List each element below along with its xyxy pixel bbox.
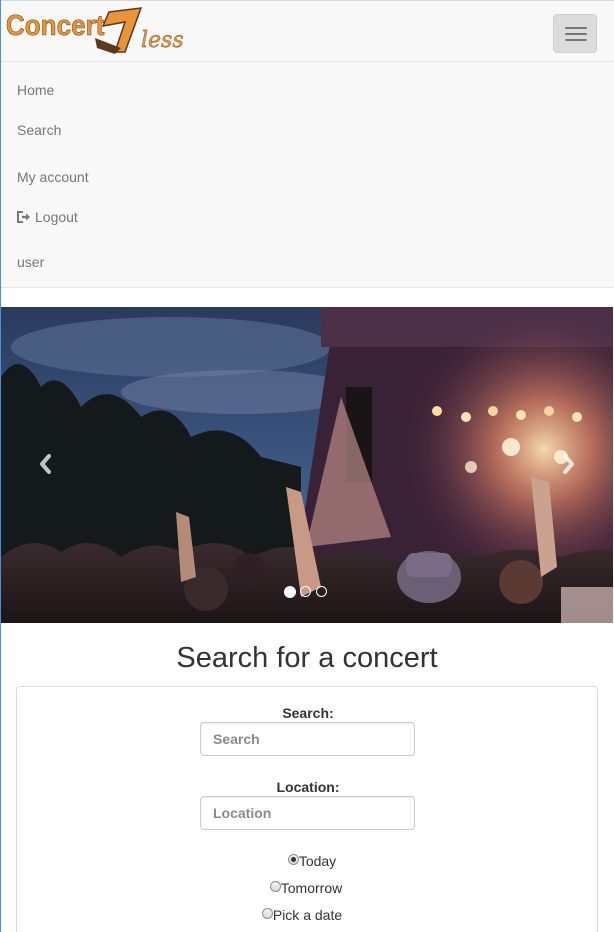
radio-tomorrow-label: Tomorrow	[280, 880, 343, 896]
radio-today[interactable]	[287, 854, 299, 865]
carousel-indicator[interactable]	[316, 586, 327, 597]
carousel-indicators	[284, 585, 334, 599]
concert-photo	[1, 307, 613, 623]
radio-pick-date[interactable]	[261, 908, 273, 919]
search-input[interactable]	[200, 722, 415, 756]
radio-pick-date-label: Pick a date	[272, 907, 343, 923]
nav-item-logout[interactable]: Logout	[17, 209, 78, 225]
location-input[interactable]	[200, 796, 415, 830]
search-form-panel: Search: Location: Today Tomorrow Pick a …	[16, 686, 598, 932]
radio-option-today[interactable]: Today	[21, 853, 603, 869]
brand-logo[interactable]: Concert less	[5, 5, 195, 55]
navbar-toggle-button[interactable]	[553, 14, 597, 53]
carousel-indicator[interactable]	[284, 585, 296, 598]
radio-option-tomorrow[interactable]: Tomorrow	[15, 880, 597, 896]
brand-suffix: less	[141, 28, 184, 53]
nav-item-search[interactable]: Search	[17, 122, 61, 138]
nav-item-home[interactable]: Home	[17, 82, 54, 98]
radio-option-pick-date[interactable]: Pick a date	[11, 907, 593, 923]
hamburger-icon	[565, 27, 587, 29]
chevron-left-icon	[40, 454, 51, 474]
image-carousel[interactable]	[1, 307, 613, 623]
window-edge	[0, 0, 1, 932]
nav-item-my-account[interactable]: My account	[17, 169, 89, 185]
radio-today-label: Today	[298, 853, 337, 869]
chevron-right-icon	[563, 454, 574, 474]
navbar: Concert less Home Search My account Logo…	[0, 0, 614, 288]
navbar-header: Concert less	[0, 1, 614, 62]
carousel-next-button[interactable]	[553, 447, 583, 481]
location-label: Location:	[276, 779, 340, 795]
radio-tomorrow[interactable]	[269, 881, 281, 892]
logout-icon	[17, 210, 31, 223]
search-label: Search:	[282, 705, 334, 721]
hamburger-icon-bar	[565, 39, 587, 41]
carousel-indicator[interactable]	[300, 586, 311, 597]
brand-word: Concert	[6, 9, 105, 42]
hamburger-icon-bar	[565, 33, 587, 35]
carousel-prev-button[interactable]	[31, 447, 61, 481]
nav-item-logout-label: Logout	[35, 209, 78, 225]
nav-item-user[interactable]: user	[17, 254, 44, 270]
page-title: Search for a concert	[176, 642, 438, 674]
